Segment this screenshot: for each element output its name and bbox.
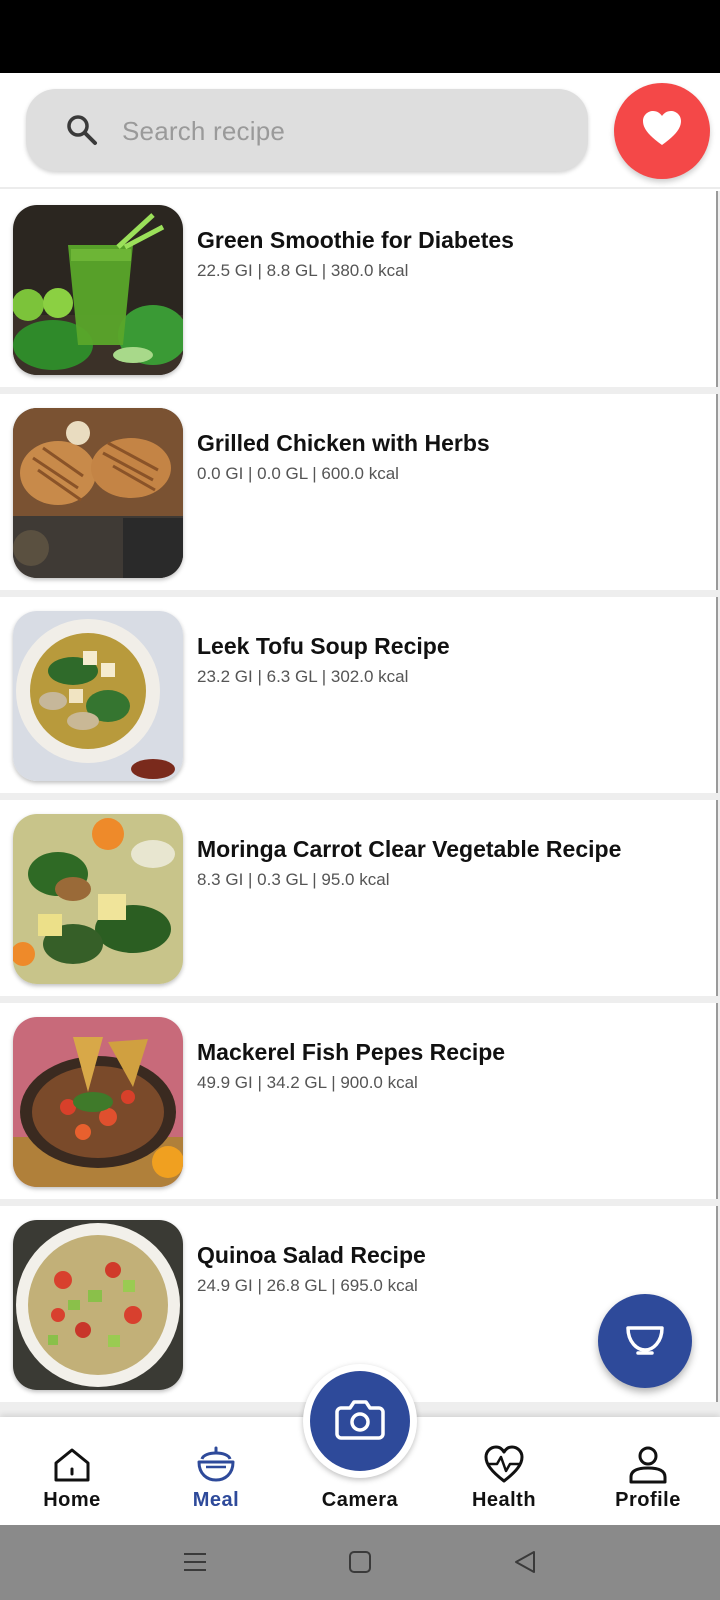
profile-icon	[628, 1445, 668, 1485]
system-nav-bar	[0, 1525, 720, 1600]
nav-item-health[interactable]: Health	[432, 1417, 576, 1525]
recipe-image-mackerel-fish-pepes	[13, 1017, 183, 1187]
nav-label-profile: Profile	[615, 1489, 681, 1511]
bowl-icon	[625, 1322, 665, 1361]
nav-label-meal: Meal	[192, 1489, 240, 1511]
recipe-card[interactable]: Grilled Chicken with Herbs 0.0 GI | 0.0 …	[0, 394, 718, 590]
search-input[interactable]: Search recipe	[26, 89, 588, 171]
recipe-image-leek-tofu-soup	[13, 611, 183, 781]
recipe-stats: 23.2 GI | 6.3 GL | 302.0 kcal	[197, 667, 409, 686]
nav-label-camera: Camera	[321, 1489, 399, 1511]
nav-label-health: Health	[471, 1489, 537, 1511]
recipe-image-green-smoothie	[13, 205, 183, 375]
recipe-card[interactable]: Green Smoothie for Diabetes 22.5 GI | 8.…	[0, 191, 718, 387]
status-bar	[0, 0, 720, 73]
home-icon	[52, 1445, 92, 1485]
home-square-icon[interactable]	[345, 1547, 375, 1577]
recipe-list[interactable]: Green Smoothie for Diabetes 22.5 GI | 8.…	[0, 191, 720, 1417]
heart-icon	[642, 110, 682, 152]
meal-fab-button[interactable]	[598, 1294, 692, 1388]
meal-icon	[196, 1445, 236, 1485]
recipe-image-grilled-chicken	[13, 408, 183, 578]
search-placeholder: Search recipe	[122, 116, 286, 146]
menu-icon[interactable]	[180, 1547, 210, 1577]
recipe-title: Grilled Chicken with Herbs	[197, 430, 490, 456]
recipe-stats: 8.3 GI | 0.3 GL | 95.0 kcal	[197, 870, 390, 889]
recipe-image-quinoa-salad	[13, 1220, 183, 1390]
camera-button-inner	[310, 1371, 410, 1471]
recipe-card[interactable]: Leek Tofu Soup Recipe 23.2 GI | 6.3 GL |…	[0, 597, 718, 793]
nav-item-meal[interactable]: Meal	[144, 1417, 288, 1525]
nav-item-profile[interactable]: Profile	[576, 1417, 720, 1525]
recipe-title: Quinoa Salad Recipe	[197, 1242, 426, 1268]
nav-label-home: Home	[43, 1489, 101, 1511]
recipe-stats: 49.9 GI | 34.2 GL | 900.0 kcal	[197, 1073, 418, 1092]
recipe-title: Leek Tofu Soup Recipe	[197, 633, 450, 659]
recipe-card[interactable]: Moringa Carrot Clear Vegetable Recipe 8.…	[0, 800, 718, 996]
heart-pulse-icon	[484, 1445, 524, 1485]
recipe-title: Moringa Carrot Clear Vegetable Recipe	[197, 836, 622, 862]
camera-icon	[335, 1398, 385, 1445]
recipe-image-moringa-carrot-soup	[13, 814, 183, 984]
back-triangle-icon[interactable]	[510, 1547, 540, 1577]
recipe-stats: 24.9 GI | 26.8 GL | 695.0 kcal	[197, 1276, 418, 1295]
recipe-stats: 22.5 GI | 8.8 GL | 380.0 kcal	[197, 261, 409, 280]
recipe-title: Green Smoothie for Diabetes	[197, 227, 514, 253]
camera-button[interactable]	[303, 1364, 417, 1478]
recipe-title: Mackerel Fish Pepes Recipe	[197, 1039, 506, 1065]
header: Search recipe	[0, 73, 720, 189]
search-icon	[64, 112, 100, 148]
recipe-card[interactable]: Mackerel Fish Pepes Recipe 49.9 GI | 34.…	[0, 1003, 718, 1199]
favorites-button[interactable]	[614, 83, 710, 179]
recipe-stats: 0.0 GI | 0.0 GL | 600.0 kcal	[197, 464, 399, 483]
nav-item-home[interactable]: Home	[0, 1417, 144, 1525]
